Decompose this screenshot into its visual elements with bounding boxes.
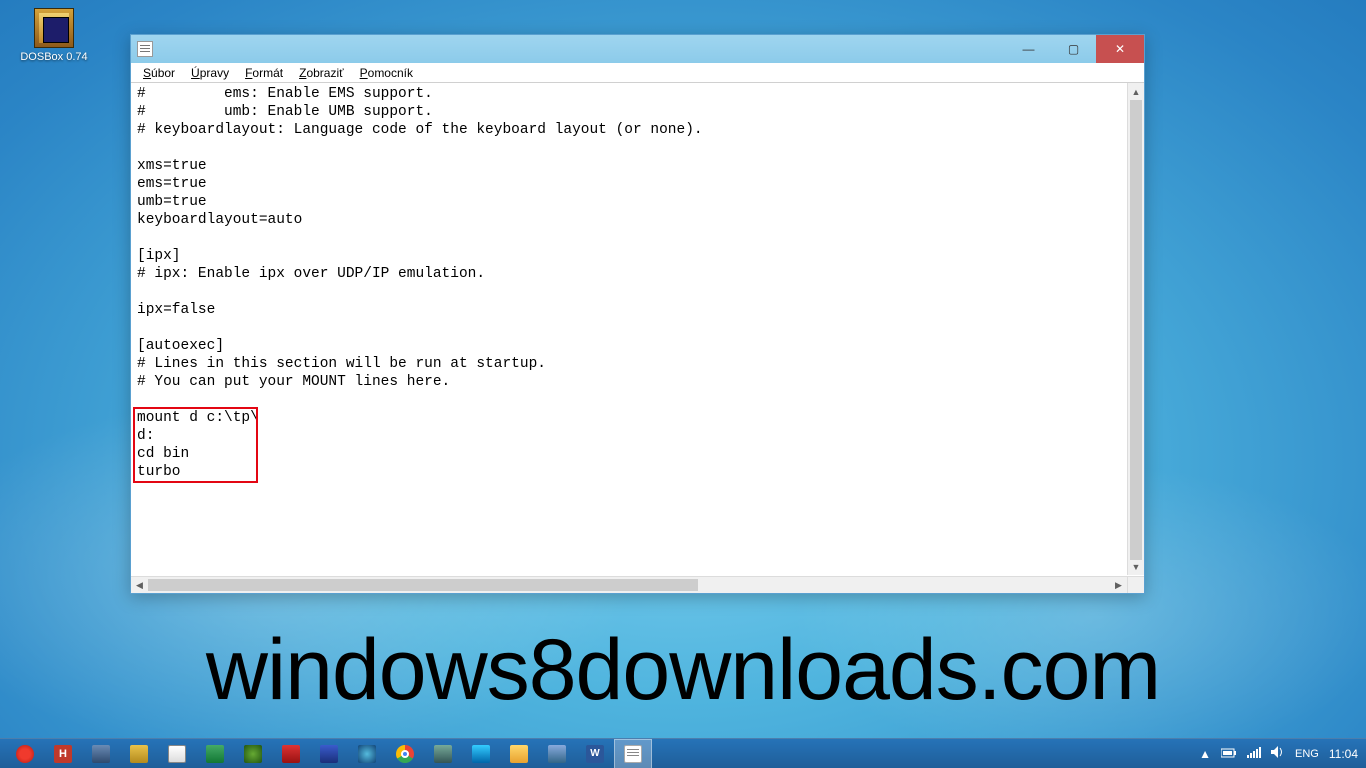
taskbar-chrome-icon[interactable] <box>386 739 424 768</box>
desktop-icon-dosbox[interactable]: DOSBox 0.74 <box>18 8 90 63</box>
menu-úpravy[interactable]: Úpravy <box>183 65 237 81</box>
volume-icon[interactable] <box>1271 746 1285 761</box>
chrome-icon <box>395 744 415 764</box>
taskbar-link-app-icon[interactable] <box>424 739 462 768</box>
menu-zobraziť[interactable]: Zobraziť <box>291 65 352 81</box>
scroll-left-arrow-icon[interactable]: ◀ <box>131 577 148 593</box>
notepad-icon <box>623 744 643 764</box>
notepad-window: — ▢ ✕ SúborÚpravyFormátZobraziťPomocník … <box>130 34 1145 594</box>
window-controls: — ▢ ✕ <box>1006 35 1144 63</box>
battery-icon[interactable] <box>1221 747 1237 761</box>
app-h-icon: H <box>53 744 73 764</box>
taskbar-floppy-save-icon[interactable] <box>310 739 348 768</box>
taskbar-notepad-icon[interactable] <box>614 739 652 768</box>
taskbar-game-app-icon[interactable] <box>462 739 500 768</box>
watermark-text: windows8downloads.com <box>0 621 1366 720</box>
titlebar[interactable]: — ▢ ✕ <box>131 35 1144 63</box>
taskbar-paint-icon[interactable] <box>158 739 196 768</box>
link-app-icon <box>433 744 453 764</box>
taskbar-items: HW <box>6 739 652 768</box>
taskbar-pdf-reader-icon[interactable] <box>272 739 310 768</box>
taskbar-image-app-icon[interactable] <box>196 739 234 768</box>
dosbox-icon <box>34 8 74 48</box>
taskbar-totalcmd-icon[interactable] <box>120 739 158 768</box>
network-icon[interactable] <box>1247 746 1261 761</box>
paint-icon <box>167 744 187 764</box>
scroll-down-arrow-icon[interactable]: ▼ <box>1128 558 1144 575</box>
horizontal-scroll-thumb[interactable] <box>148 579 698 591</box>
taskbar-word-icon[interactable]: W <box>576 739 614 768</box>
text-editor[interactable]: # ems: Enable EMS support. # umb: Enable… <box>133 85 1126 575</box>
taskbar-utility-app-icon[interactable] <box>538 739 576 768</box>
resize-grip[interactable] <box>1127 576 1144 593</box>
game-app-icon <box>471 744 491 764</box>
pdf-reader-icon <box>281 744 301 764</box>
scroll-right-arrow-icon[interactable]: ▶ <box>1110 577 1127 593</box>
menubar: SúborÚpravyFormátZobraziťPomocník <box>131 63 1144 83</box>
totalcmd-icon <box>129 744 149 764</box>
scroll-up-arrow-icon[interactable]: ▲ <box>1128 83 1144 100</box>
taskbar-media-app-icon[interactable] <box>234 739 272 768</box>
menu-formát[interactable]: Formát <box>237 65 291 81</box>
language-indicator[interactable]: ENG <box>1295 748 1319 760</box>
thunderbird-icon <box>357 744 377 764</box>
close-button[interactable]: ✕ <box>1096 35 1144 63</box>
taskbar-file-explorer-icon[interactable] <box>500 739 538 768</box>
taskbar-thunderbird-icon[interactable] <box>348 739 386 768</box>
floppy-save-icon <box>319 744 339 764</box>
menu-súbor[interactable]: Súbor <box>135 65 183 81</box>
editor-area: # ems: Enable EMS support. # umb: Enable… <box>131 83 1144 593</box>
horizontal-scrollbar[interactable]: ◀ ▶ <box>131 576 1127 593</box>
desktop-icon-label: DOSBox 0.74 <box>20 51 87 63</box>
show-hidden-icons-icon[interactable]: ▲ <box>1199 747 1211 761</box>
picture-viewer-icon <box>91 744 111 764</box>
vertical-scrollbar[interactable]: ▲ ▼ <box>1127 83 1144 575</box>
media-app-icon <box>243 744 263 764</box>
menu-pomocník[interactable]: Pomocník <box>352 65 421 81</box>
minimize-button[interactable]: — <box>1006 35 1051 63</box>
utility-app-icon <box>547 744 567 764</box>
system-tray: ▲ ENG 11:04 <box>1199 739 1366 768</box>
taskbar-app-h-icon[interactable]: H <box>44 739 82 768</box>
word-icon: W <box>585 744 605 764</box>
image-app-icon <box>205 744 225 764</box>
taskbar-opera-icon[interactable] <box>6 739 44 768</box>
taskbar-picture-viewer-icon[interactable] <box>82 739 120 768</box>
maximize-button[interactable]: ▢ <box>1051 35 1096 63</box>
vertical-scroll-thumb[interactable] <box>1130 100 1142 560</box>
notepad-app-icon <box>137 41 153 57</box>
file-explorer-icon <box>509 744 529 764</box>
taskbar: HW ▲ ENG 11:04 <box>0 738 1366 768</box>
clock[interactable]: 11:04 <box>1329 747 1358 761</box>
desktop: DOSBox 0.74 — ▢ ✕ SúborÚpravyFormátZobra… <box>0 0 1366 768</box>
opera-icon <box>15 744 35 764</box>
